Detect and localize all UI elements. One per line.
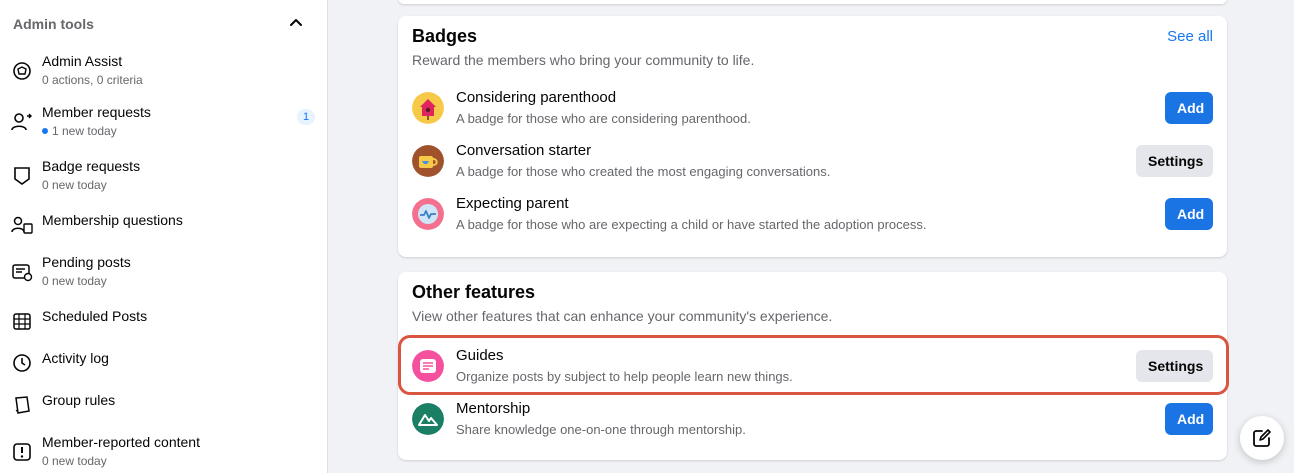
heartbeat-icon [412, 198, 444, 230]
badges-description: Reward the members who bring your commun… [412, 52, 755, 68]
admin-assist-icon [10, 59, 34, 83]
badge-name: Expecting parent [456, 195, 569, 212]
add-button[interactable]: Add [1165, 403, 1213, 435]
badge-description: A badge for those who are considering pa… [456, 111, 751, 126]
sidebar-item-label: Scheduled Posts [42, 308, 148, 324]
sidebar-item-pending-posts[interactable]: Pending posts 0 new today [10, 253, 315, 293]
pending-posts-icon [10, 260, 34, 284]
see-all-link[interactable]: See all [1167, 28, 1213, 45]
list-item-guides: Guides Organize posts by subject to help… [412, 346, 1213, 390]
add-button[interactable]: Add [1165, 92, 1213, 124]
compose-icon [1253, 429, 1271, 447]
sidebar-item-label: Member requests [42, 104, 151, 120]
chevron-up-icon[interactable] [289, 16, 303, 30]
sidebar-item-sub-text: 1 new today [52, 124, 117, 138]
alert-icon [10, 440, 34, 464]
settings-button[interactable]: Settings [1136, 350, 1213, 382]
sidebar-item-sub: 1 new today [42, 124, 117, 138]
sidebar-item-scheduled-posts[interactable]: Scheduled Posts [10, 307, 315, 333]
admin-sidebar: Admin tools Admin Assist 0 actions, 0 cr… [0, 0, 328, 473]
sidebar-item-group-rules[interactable]: Group rules [10, 391, 315, 417]
rules-icon [10, 393, 34, 417]
list-item-mentorship: Mentorship Share knowledge one-on-one th… [412, 399, 1213, 443]
sidebar-item-label: Badge requests [42, 158, 141, 174]
sidebar-item-label: Activity log [42, 350, 109, 366]
sidebar-item-label: Admin Assist [42, 53, 123, 69]
sidebar-item-badge-requests[interactable]: Badge requests 0 new today [10, 157, 315, 197]
badge-name: Conversation starter [456, 142, 592, 159]
add-button[interactable]: Add [1165, 198, 1213, 230]
list-item: Conversation starter A badge for those w… [412, 141, 1213, 185]
sidebar-item-label: Member-reported content [42, 434, 200, 450]
other-features-card: Other features View other features that … [398, 272, 1227, 460]
questions-icon [10, 213, 34, 237]
other-features-description: View other features that can enhance you… [412, 308, 833, 324]
guides-icon [412, 350, 444, 382]
sidebar-item-sub: 0 actions, 0 criteria [42, 73, 143, 87]
badges-card: Badges See all Reward the members who br… [398, 16, 1227, 257]
feature-description: Organize posts by subject to help people… [456, 369, 793, 384]
badge-description: A badge for those who created the most e… [456, 164, 831, 179]
list-item: Expecting parent A badge for those who a… [412, 194, 1213, 238]
sidebar-item-sub: 0 new today [42, 274, 107, 288]
feature-name: Mentorship [456, 400, 531, 417]
admin-tools-title: Admin tools [13, 16, 94, 32]
sidebar-item-label: Group rules [42, 392, 116, 408]
badge-description: A badge for those who are expecting a ch… [456, 217, 927, 232]
sidebar-item-member-reported-content[interactable]: Member-reported content 0 new today [10, 433, 315, 473]
badges-title: Badges [412, 26, 478, 46]
clock-icon [10, 351, 34, 375]
sidebar-item-sub: 0 new today [42, 454, 107, 468]
count-badge: 1 [297, 109, 315, 125]
sidebar-item-activity-log[interactable]: Activity log [10, 349, 315, 375]
feature-description: Share knowledge one-on-one through mento… [456, 422, 746, 437]
sidebar-item-sub: 0 new today [42, 178, 107, 192]
new-indicator-dot [42, 127, 48, 134]
badge-icon [10, 164, 34, 188]
sidebar-item-member-requests[interactable]: Member requests 1 new today 1 [10, 103, 315, 143]
coffee-mug-icon [412, 145, 444, 177]
previous-card [398, 0, 1227, 4]
sidebar-item-label: Membership questions [42, 212, 183, 228]
calendar-icon [10, 309, 34, 333]
other-features-title: Other features [412, 282, 536, 302]
sidebar-item-membership-questions[interactable]: Membership questions [10, 211, 315, 237]
compose-button[interactable] [1240, 416, 1284, 460]
sidebar-item-label: Pending posts [42, 254, 131, 270]
birdhouse-icon [412, 92, 444, 124]
badge-name: Considering parenthood [456, 89, 617, 106]
sidebar-item-admin-assist[interactable]: Admin Assist 0 actions, 0 criteria [10, 52, 315, 92]
mentorship-icon [412, 403, 444, 435]
admin-tools-header[interactable]: Admin tools [13, 16, 313, 34]
list-item: Considering parenthood A badge for those… [412, 88, 1213, 132]
settings-button[interactable]: Settings [1136, 145, 1213, 177]
feature-name: Guides [456, 347, 504, 364]
member-requests-icon [10, 110, 34, 134]
